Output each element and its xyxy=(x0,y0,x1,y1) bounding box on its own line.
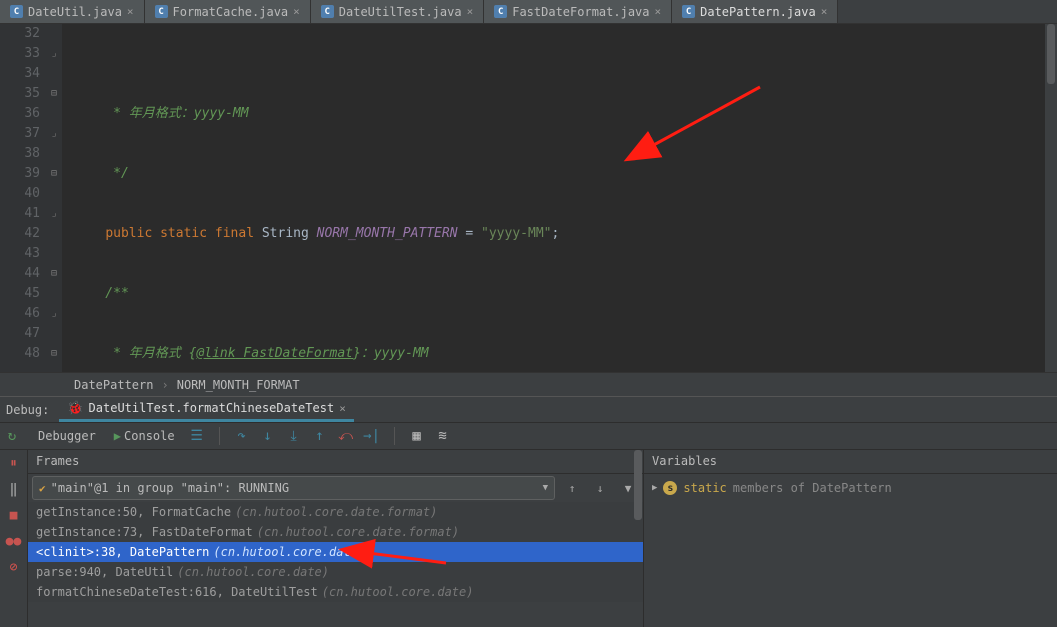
debug-label: Debug: xyxy=(6,403,49,417)
view-breakpoints-icon[interactable]: ●● xyxy=(0,528,27,554)
class-icon: C xyxy=(155,5,168,18)
breadcrumb-member[interactable]: NORM_MONTH_FORMAT xyxy=(177,378,300,392)
tab-fastdateformat[interactable]: C FastDateFormat.java × xyxy=(484,0,672,23)
tab-datepattern[interactable]: C DatePattern.java × xyxy=(672,0,838,23)
class-icon: C xyxy=(682,5,695,18)
close-icon[interactable]: × xyxy=(821,5,828,18)
debug-side-toolbar: ⏸ ‖ ■ ●● ⊘ xyxy=(0,450,28,627)
tab-dateutil[interactable]: C DateUtil.java × xyxy=(0,0,145,23)
evaluate-icon[interactable]: ▦ xyxy=(405,424,429,448)
rerun-icon[interactable]: ↻ xyxy=(0,424,24,448)
line-number-gutter: 323334 353637 383940 414243 444546 4748 xyxy=(0,24,46,372)
step-over-icon[interactable]: ↷ xyxy=(230,424,254,448)
console-tab[interactable]: ▶Console xyxy=(106,429,183,443)
breadcrumb: DatePattern › NORM_MONTH_FORMAT xyxy=(0,372,1057,396)
tab-label: FastDateFormat.java xyxy=(512,5,649,19)
step-into-icon[interactable]: ↓ xyxy=(256,424,280,448)
thread-name: "main"@1 in group "main": RUNNING xyxy=(51,481,289,495)
drop-frame-icon[interactable]: ⤺ xyxy=(334,424,358,448)
check-icon: ✔ xyxy=(39,482,46,495)
close-icon[interactable]: × xyxy=(127,5,134,18)
editor-tabs: C DateUtil.java × C FormatCache.java × C… xyxy=(0,0,1057,24)
frame-item-selected[interactable]: <clinit>:38, DatePattern (cn.hutool.core… xyxy=(28,542,643,562)
frames-scrollbar[interactable] xyxy=(633,450,643,627)
debug-body: ⏸ ‖ ■ ●● ⊘ Frames ✔ "main"@1 in group "m… xyxy=(0,450,1057,627)
class-icon: C xyxy=(321,5,334,18)
editor-scrollbar[interactable] xyxy=(1045,24,1057,372)
frame-item[interactable]: getInstance:73, FastDateFormat (cn.hutoo… xyxy=(28,522,643,542)
tab-formatcache[interactable]: C FormatCache.java × xyxy=(145,0,311,23)
var-static-tail: members of DatePattern xyxy=(733,481,892,495)
frames-panel: Frames ✔ "main"@1 in group "main": RUNNI… xyxy=(28,450,644,627)
close-icon[interactable]: × xyxy=(655,5,662,18)
class-icon: C xyxy=(494,5,507,18)
fold-gutter: ⌟ ⊟⌟ ⊟ ⌟ ⊟⌟ ⊟ xyxy=(46,24,62,372)
var-static-label: static xyxy=(683,481,726,495)
code-area[interactable]: * 年月格式：yyyy-MM */ public static final St… xyxy=(62,24,1057,372)
frame-item[interactable]: parse:940, DateUtil (cn.hutool.core.date… xyxy=(28,562,643,582)
close-icon[interactable]: × xyxy=(339,402,346,415)
debug-session-tab[interactable]: 🐞 DateUtilTest.formatChineseDateTest × xyxy=(59,397,353,422)
debug-toolbar: ↻ Debugger ▶Console ☰ ↷ ↓ ⤓ ↑ ⤺ →| ▦ ≋ xyxy=(0,422,1057,450)
tab-label: DatePattern.java xyxy=(700,5,816,19)
tab-label: FormatCache.java xyxy=(173,5,289,19)
tab-dateutiltest[interactable]: C DateUtilTest.java × xyxy=(311,0,484,23)
close-icon[interactable]: × xyxy=(293,5,300,18)
variables-panel: Variables ▶ s static members of DatePatt… xyxy=(644,450,1057,627)
thread-selector[interactable]: ✔ "main"@1 in group "main": RUNNING ▼ xyxy=(32,476,555,500)
step-out-icon[interactable]: ↑ xyxy=(308,424,332,448)
stop-icon[interactable]: ■ xyxy=(0,502,27,528)
debugger-tab[interactable]: Debugger xyxy=(30,429,104,443)
tab-label: DateUtilTest.java xyxy=(339,5,462,19)
frame-item[interactable]: formatChineseDateTest:616, DateUtilTest … xyxy=(28,582,643,602)
debug-window-tabbar: Debug: 🐞 DateUtilTest.formatChineseDateT… xyxy=(0,396,1057,422)
tab-label: DateUtil.java xyxy=(28,5,122,19)
frame-list[interactable]: getInstance:50, FormatCache (cn.hutool.c… xyxy=(28,502,643,627)
breadcrumb-class[interactable]: DatePattern xyxy=(74,378,153,392)
chevron-right-icon: › xyxy=(161,378,168,392)
close-icon[interactable]: × xyxy=(467,5,474,18)
run-to-cursor-icon[interactable]: →| xyxy=(360,424,384,448)
static-badge-icon: s xyxy=(663,481,677,495)
pause-icon[interactable]: ‖ xyxy=(0,476,27,502)
variable-row[interactable]: ▶ s static members of DatePattern xyxy=(652,478,1049,498)
debug-session-name: DateUtilTest.formatChineseDateTest xyxy=(89,401,335,415)
trace-icon[interactable]: ≋ xyxy=(431,424,455,448)
resume-suspend-icon[interactable]: ⏸ xyxy=(0,450,27,476)
frame-item[interactable]: getInstance:50, FormatCache (cn.hutool.c… xyxy=(28,502,643,522)
more-icon[interactable]: ☰ xyxy=(185,424,209,448)
frames-header: Frames xyxy=(28,450,643,474)
variables-header: Variables xyxy=(644,450,1057,474)
next-frame-icon[interactable]: ↓ xyxy=(589,477,611,499)
code-editor[interactable]: 323334 353637 383940 414243 444546 4748 … xyxy=(0,24,1057,372)
class-icon: C xyxy=(10,5,23,18)
bug-icon: 🐞 xyxy=(67,401,83,416)
play-icon: ▶ xyxy=(114,429,121,443)
chevron-down-icon: ▼ xyxy=(543,483,548,493)
force-step-into-icon[interactable]: ⤓ xyxy=(282,424,306,448)
mute-breakpoints-icon[interactable]: ⊘ xyxy=(0,554,27,580)
expand-icon[interactable]: ▶ xyxy=(652,483,657,493)
prev-frame-icon[interactable]: ↑ xyxy=(561,477,583,499)
